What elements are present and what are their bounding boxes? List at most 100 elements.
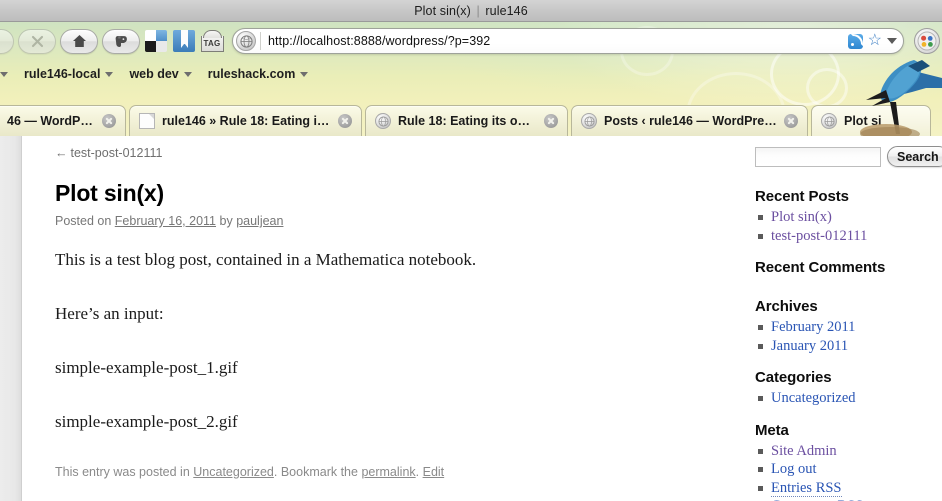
widget-list: February 2011 January 2011 xyxy=(755,318,942,355)
address-bar-actions: ☆ xyxy=(847,33,897,49)
widget-title: Categories xyxy=(755,369,832,387)
widget-title: Recent Posts xyxy=(755,188,849,205)
previous-post-label: test-post-012111 xyxy=(70,146,163,160)
list-item: test-post-012111 xyxy=(755,227,942,246)
list-item: Uncategorized xyxy=(755,389,942,408)
bookmark-folder-rule146-local[interactable]: rule146-local xyxy=(24,67,114,81)
close-icon[interactable] xyxy=(544,114,558,128)
bookmarklet-square-b[interactable] xyxy=(172,29,196,53)
tab-strip: 46 — WordPress rule146 » Rule 18: Eating… xyxy=(0,88,942,136)
window-title-separator: | xyxy=(476,3,480,18)
bookmark-star-icon[interactable]: ☆ xyxy=(868,33,882,49)
sidebar-link-site-admin[interactable]: Site Admin xyxy=(771,443,837,459)
account-avatar[interactable] xyxy=(914,28,940,54)
browser-left-gutter xyxy=(0,136,22,501)
window-title-site: rule146 xyxy=(485,3,528,18)
sidebar-link-plot-sinx[interactable]: Plot sin(x) xyxy=(771,209,832,225)
list-item: February 2011 xyxy=(755,318,942,337)
permalink-link[interactable]: permalink xyxy=(361,465,415,479)
page-title: Plot sin(x) xyxy=(55,180,164,206)
chevron-down-icon xyxy=(183,71,192,77)
close-icon xyxy=(31,35,44,48)
sidebar: Search Recent Posts Plot sin(x) test-pos… xyxy=(755,146,942,501)
tab-label: rule146 » Rule 18: Eating its ... xyxy=(162,114,331,128)
window-title-main: Plot sin(x) xyxy=(414,3,471,18)
by-label: by xyxy=(219,214,233,228)
window-title-bar: Plot sin(x) | rule146 xyxy=(0,0,942,22)
sidebar-link-uncategorized[interactable]: Uncategorized xyxy=(771,390,856,406)
bookmarklet-square-a[interactable] xyxy=(144,29,168,53)
sidebar-link-january-2011[interactable]: January 2011 xyxy=(771,338,848,354)
post-date-link[interactable]: February 16, 2011 xyxy=(115,214,216,228)
chevron-down-icon[interactable] xyxy=(887,38,897,44)
edit-link[interactable]: Edit xyxy=(423,465,445,479)
address-bar-divider xyxy=(260,32,261,50)
bookmarks-toolbar: rule146-local web dev ruleshack.com xyxy=(0,60,942,88)
previous-post-link-top[interactable]: ← test-post-012111 xyxy=(55,146,615,160)
widget-list: Plot sin(x) test-post-012111 xyxy=(755,208,942,245)
footer-prefix: This entry was posted in xyxy=(55,464,190,479)
sidebar-link-test-post[interactable]: test-post-012111 xyxy=(771,228,867,244)
list-item: Log out xyxy=(755,460,942,479)
tab-rule18-eating-own-light[interactable]: Rule 18: Eating its own light ... xyxy=(365,105,568,136)
post-author-link[interactable]: pauljean xyxy=(236,214,283,228)
address-bar[interactable]: http://localhost:8888/wordpress/?p=392 ☆ xyxy=(232,28,904,54)
widget-title: Recent Comments xyxy=(755,259,886,277)
widget-list: Uncategorized xyxy=(755,389,942,408)
url-input[interactable]: http://localhost:8888/wordpress/?p=392 xyxy=(268,34,848,48)
window-title: Plot sin(x) | rule146 xyxy=(414,4,528,18)
stop-button[interactable] xyxy=(18,28,56,54)
list-item: Comments RSS xyxy=(755,497,942,501)
footer-dot: . xyxy=(415,464,420,479)
widget-title: Meta xyxy=(755,421,789,439)
home-button[interactable] xyxy=(60,28,98,54)
close-icon[interactable] xyxy=(784,114,798,128)
posted-on-label: Posted on xyxy=(55,214,112,228)
widget-recent-comments: Recent Comments xyxy=(755,259,942,276)
post-image-placeholder-2: simple-example-post_2.gif xyxy=(55,411,238,431)
widget-title: Archives xyxy=(755,298,818,316)
bookmark-folder-ruleshack[interactable]: ruleshack.com xyxy=(208,67,309,81)
back-button[interactable] xyxy=(0,28,14,54)
widget-categories: Categories Uncategorized xyxy=(755,369,942,408)
search-button[interactable]: Search xyxy=(887,146,942,167)
globe-icon xyxy=(581,113,597,129)
footer-category-link[interactable]: Uncategorized xyxy=(193,465,274,479)
tab-rule146-rule18[interactable]: rule146 » Rule 18: Eating its ... xyxy=(129,105,362,136)
close-icon[interactable] xyxy=(102,114,116,128)
document-icon xyxy=(139,113,155,129)
evernote-button[interactable] xyxy=(102,28,140,54)
site-identity-globe-icon[interactable] xyxy=(236,31,256,51)
widget-list: Site Admin Log out Entries RSS Comments … xyxy=(755,442,942,501)
bookmark-label: rule146-local xyxy=(24,67,101,81)
tag-button[interactable]: TAG xyxy=(200,29,224,53)
tab-label: Rule 18: Eating its own light ... xyxy=(398,114,537,128)
sidebar-link-february-2011[interactable]: February 2011 xyxy=(771,319,855,335)
rss-feed-icon[interactable] xyxy=(847,33,863,49)
browser-chrome: TAG http://localhost:8888/wordpress/?p=3… xyxy=(0,22,942,136)
elephant-icon xyxy=(114,34,129,49)
widget-meta: Meta Site Admin Log out Entries RSS Comm… xyxy=(755,422,942,501)
web-page: ← test-post-012111 Plot sin(x) Posted on … xyxy=(23,136,942,501)
globe-icon xyxy=(821,113,837,129)
list-item: Plot sin(x) xyxy=(755,208,942,227)
bookmark-folder-web-dev[interactable]: web dev xyxy=(129,67,192,81)
post-paragraph: This is a test blog post, contained in a… xyxy=(55,250,477,269)
search-input[interactable] xyxy=(755,146,881,167)
post-meta: Posted on February 16, 2011 by pauljean xyxy=(55,214,615,228)
close-icon[interactable] xyxy=(338,114,352,128)
tab-plot-sin-x-active[interactable]: Plot si xyxy=(811,105,931,136)
footer-mid: . Bookmark the xyxy=(273,464,358,479)
sidebar-link-entries-rss[interactable]: Entries RSS xyxy=(771,479,842,497)
tab-posts-rule146-wordpress[interactable]: Posts ‹ rule146 — WordPress xyxy=(571,105,808,136)
home-icon xyxy=(72,34,87,48)
search-form: Search xyxy=(755,146,942,167)
sidebar-link-log-out[interactable]: Log out xyxy=(771,461,817,477)
list-item: January 2011 xyxy=(755,337,942,356)
avatar-icon xyxy=(917,31,937,51)
globe-icon xyxy=(375,113,391,129)
tab-wordpress-clipped[interactable]: 46 — WordPress xyxy=(0,105,126,136)
bookmarks-overflow-chevron[interactable] xyxy=(0,71,8,77)
chevron-down-icon xyxy=(105,71,114,77)
post-footer-meta: This entry was posted in Uncategorized. … xyxy=(55,465,615,479)
